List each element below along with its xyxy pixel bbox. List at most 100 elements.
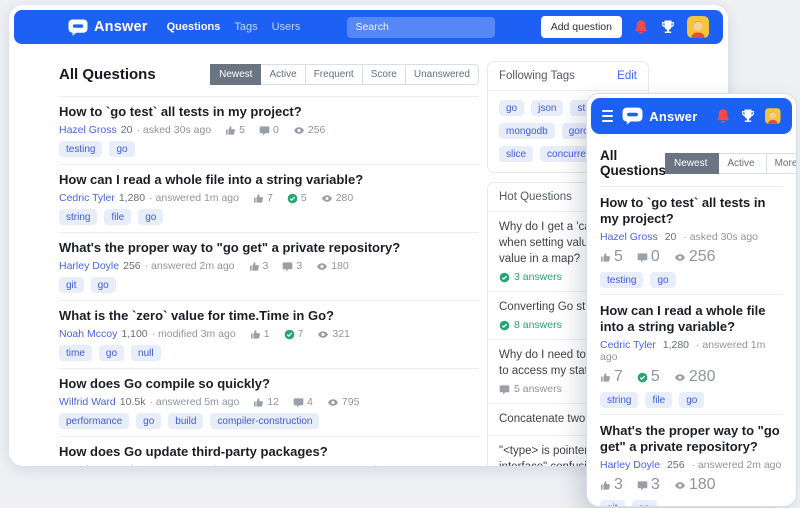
filter-button[interactable]: Score (361, 63, 406, 85)
achievements-trophy-icon[interactable] (740, 108, 756, 124)
user-avatar[interactable] (687, 16, 709, 38)
tag-chip[interactable]: string (600, 392, 639, 408)
menu-hamburger-icon[interactable] (602, 110, 614, 122)
answers-stat: 5 (637, 368, 660, 386)
votes-stat: 5 (225, 124, 245, 136)
tag-chip[interactable]: null (131, 345, 161, 361)
thumbs-up-icon (600, 252, 611, 263)
views-stat: 280 (321, 192, 353, 204)
user-avatar[interactable] (765, 105, 781, 127)
add-question-button[interactable]: Add question (540, 16, 622, 38)
question-title[interactable]: How can I read a whole file into a strin… (59, 172, 479, 188)
page-title: All Questions (59, 65, 156, 83)
notifications-bell-icon[interactable] (633, 19, 649, 35)
thumbs-up-icon (600, 372, 611, 383)
following-tags-title: Following Tags (499, 70, 575, 82)
question-title[interactable]: How to `go test` all tests in my project… (59, 104, 479, 120)
thumbs-up-icon (225, 125, 236, 136)
question-author-link[interactable]: Cedric Tyler (600, 339, 656, 351)
question-title[interactable]: What is the `zero` value for time.Time i… (59, 308, 479, 324)
tag-chip[interactable]: go (109, 141, 135, 157)
tag-chip[interactable]: go (90, 277, 116, 293)
question-title[interactable]: How does Go compile so quickly? (59, 376, 479, 392)
author-reputation: 256 (667, 459, 685, 471)
tag-chip[interactable]: testing (600, 272, 644, 288)
eye-icon (674, 252, 686, 263)
edit-tags-link[interactable]: Edit (617, 70, 637, 82)
question-list-item: How can I read a whole file into a strin… (600, 295, 783, 415)
question-author-link[interactable]: Noah Mccoy (59, 328, 117, 340)
filter-button[interactable]: Active (260, 63, 306, 85)
nav-link[interactable]: Questions (167, 21, 221, 33)
votes-stat: 3 (600, 476, 623, 494)
votes-stat: 7 (253, 192, 273, 204)
tag-chip[interactable]: testing (59, 141, 103, 157)
question-title[interactable]: What's the proper way to "go get" a priv… (59, 240, 479, 256)
filter-button[interactable]: More▾ (765, 152, 796, 174)
question-author-link[interactable]: Wilfrid Ward (59, 396, 116, 408)
tag-chip[interactable]: go (650, 272, 676, 288)
answers-stat: 7 (284, 328, 303, 340)
eye-icon (348, 465, 360, 467)
thumbs-up-icon (268, 465, 279, 466)
question-title[interactable]: How can I read a whole file into a strin… (600, 303, 783, 335)
mobile-navbar: Answer (591, 98, 792, 134)
tag-chip[interactable]: performance (59, 413, 130, 429)
search-input[interactable] (346, 16, 495, 38)
question-list-item: What's the proper way to "go get" a priv… (600, 415, 783, 506)
filter-button[interactable]: Active (718, 152, 767, 174)
nav-link[interactable]: Users (272, 21, 301, 33)
tag-chip[interactable]: go (631, 500, 657, 506)
question-title[interactable]: How does Go update third-party packages? (59, 444, 479, 460)
question-meta: Hazel Gross 20 · asked 30s ago 5 0 256 (59, 124, 479, 136)
app-logo[interactable]: Answer (68, 19, 148, 36)
question-title[interactable]: What's the proper way to "go get" a priv… (600, 423, 783, 455)
question-list-item: What is the `zero` value for time.Time i… (59, 301, 479, 369)
question-list-column: All Questions Newest Active Frequent Sco… (59, 61, 479, 466)
tag-chip[interactable]: go (679, 392, 705, 408)
comment-icon (293, 397, 304, 408)
achievements-trophy-icon[interactable] (660, 19, 676, 35)
filter-button[interactable]: Newest (210, 63, 262, 85)
answered-check-icon (499, 272, 510, 283)
tag-chip[interactable]: go (499, 100, 525, 116)
question-author-link[interactable]: Hazel Gross (600, 231, 658, 243)
tag-chip[interactable]: git (600, 500, 625, 506)
question-author-link[interactable]: Hazel Gross (59, 124, 117, 136)
tag-chip[interactable]: time (59, 345, 92, 361)
question-title[interactable]: How to `go test` all tests in my project… (600, 195, 783, 227)
filter-button[interactable]: Frequent (304, 63, 363, 85)
tag-chip[interactable]: go (136, 413, 162, 429)
tag-chip[interactable]: compiler-construction (210, 413, 320, 429)
tag-chip[interactable]: json (531, 100, 564, 116)
author-reputation: 10.5k (119, 396, 146, 408)
tag-chip[interactable]: go (138, 209, 164, 225)
mobile-content: All Questions Newest Active More▾ How to… (587, 138, 796, 506)
tag-chip[interactable]: file (104, 209, 132, 225)
tag-chip[interactable]: git (59, 277, 84, 293)
tag-chip[interactable]: build (168, 413, 204, 429)
question-author-link[interactable]: Harley Doyle (600, 459, 660, 471)
app-logo[interactable]: Answer (622, 107, 697, 125)
thumbs-up-icon (253, 397, 264, 408)
filter-button[interactable]: Newest (665, 152, 720, 174)
tag-chip[interactable]: file (645, 392, 673, 408)
question-tags: string file go (59, 209, 479, 225)
question-author-link[interactable]: Harley Doyle (59, 260, 119, 272)
notifications-bell-icon[interactable] (715, 108, 731, 124)
question-tags: time go null (59, 345, 479, 361)
question-author-link[interactable]: Cedric Tyler (59, 192, 115, 204)
filter-button[interactable]: Unanswered (404, 63, 479, 85)
author-reputation: 20 (664, 231, 677, 243)
nav-link[interactable]: Tags (234, 21, 257, 33)
question-stats: 5 0 256 (600, 248, 783, 266)
answers-stat: 3 (637, 476, 660, 494)
tag-chip[interactable]: go (98, 345, 125, 361)
tag-chip[interactable]: slice (499, 146, 534, 162)
comment-icon (282, 261, 293, 272)
tag-chip[interactable]: string (59, 209, 98, 225)
question-author-link[interactable]: Pamela Spraggins (59, 464, 145, 466)
tag-chip[interactable]: mongodb (499, 123, 555, 139)
desktop-navbar: Answer Questions Tags Users Add question (14, 10, 723, 44)
question-stats: 3 3 180 (600, 476, 783, 494)
